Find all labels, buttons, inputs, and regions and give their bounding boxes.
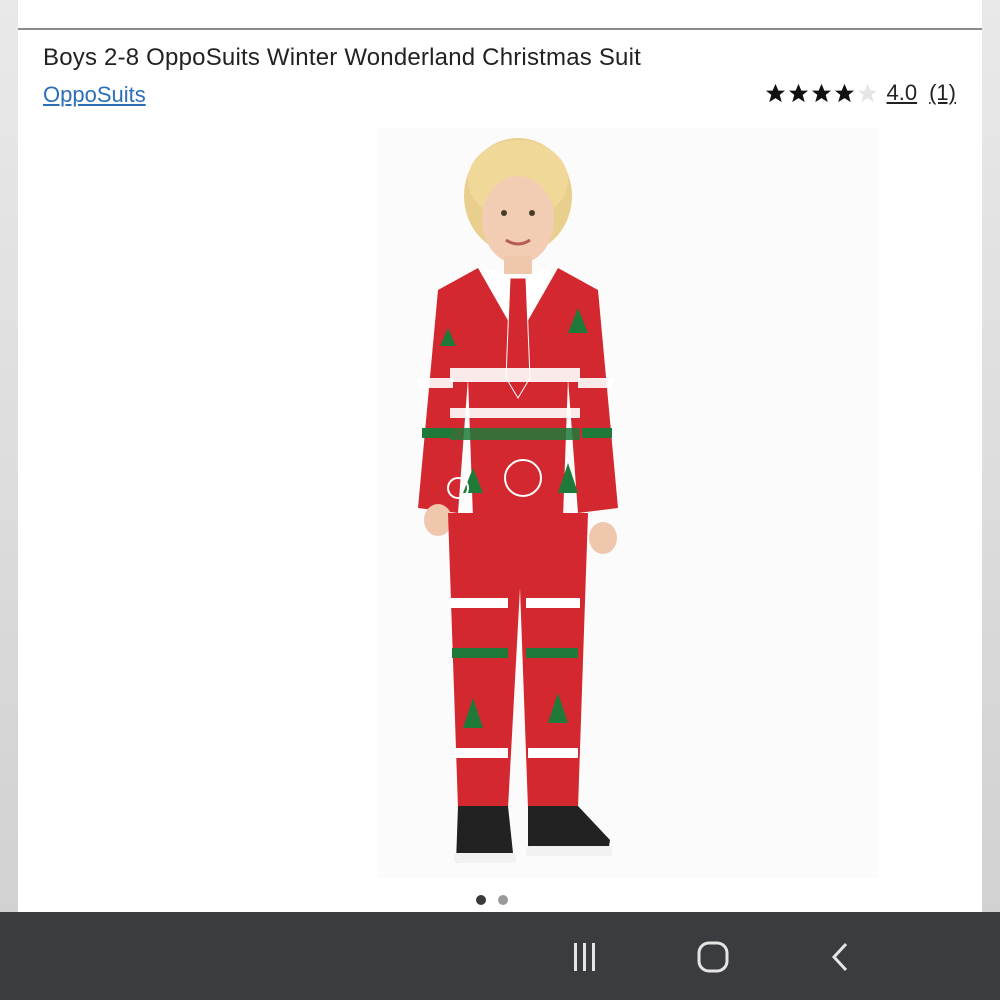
product-title: Boys 2-8 OppoSuits Winter Wonderland Chr… — [43, 44, 642, 71]
rating-stars — [764, 82, 879, 105]
back-button[interactable] — [818, 934, 864, 980]
star-filled-icon — [811, 83, 831, 102]
recents-button[interactable] — [562, 934, 608, 980]
brand-link[interactable]: OppoSuits — [43, 82, 146, 108]
carousel-dot-2[interactable] — [498, 895, 508, 905]
star-filled-icon — [788, 83, 808, 102]
back-icon — [831, 942, 848, 972]
star-filled-icon — [765, 83, 785, 102]
rating[interactable]: 4.0 (1) — [764, 80, 956, 106]
home-button[interactable] — [690, 934, 736, 980]
star-filled-icon — [834, 83, 854, 102]
star-empty-icon — [857, 83, 877, 102]
bezel-right — [982, 0, 1000, 1000]
bezel-left — [0, 0, 18, 1000]
header-divider — [18, 28, 982, 30]
home-icon — [697, 941, 729, 973]
carousel-dot-1[interactable] — [476, 895, 486, 905]
carousel-dots — [476, 895, 508, 905]
product-image[interactable] — [378, 128, 878, 878]
christmas-suit-photo — [418, 138, 618, 863]
product-page: Boys 2-8 OppoSuits Winter Wonderland Chr… — [18, 0, 982, 912]
recents-icon — [574, 943, 595, 971]
android-navigation-bar — [0, 912, 1000, 1000]
review-count[interactable]: (1) — [929, 80, 956, 106]
rating-value[interactable]: 4.0 — [887, 80, 918, 106]
